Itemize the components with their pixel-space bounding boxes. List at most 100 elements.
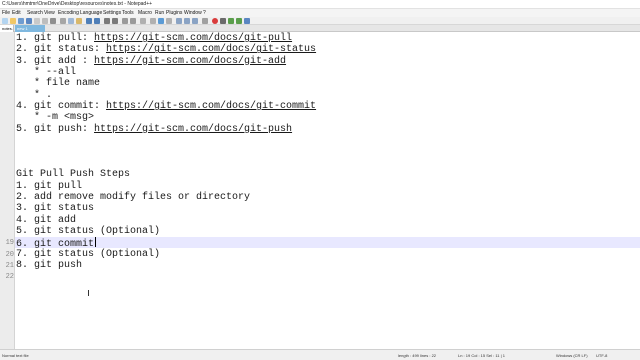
editor-line[interactable]: Git Pull Push Steps <box>16 169 130 180</box>
line-text: * . <box>16 89 53 101</box>
line-text: Git Pull Push Steps <box>16 169 131 181</box>
toolbar <box>0 17 640 25</box>
menu-search[interactable]: Search <box>27 9 43 17</box>
line-text: 8. git push <box>16 260 83 271</box>
editor-area[interactable]: 19 20 21 22 1. git pull: https://git-scm.co… <box>0 32 640 349</box>
monitoring-icon[interactable] <box>202 18 208 24</box>
editor-line[interactable]: * -m <msg> <box>16 112 94 123</box>
line-number: 20 <box>5 250 14 259</box>
tab-bar: notes.txt new 1 <box>0 25 640 32</box>
play-macro-icon[interactable] <box>228 18 234 24</box>
line-text: 1. git pull: <box>16 33 95 44</box>
menu-tools[interactable]: Tools <box>122 9 134 17</box>
mouse-ibeam-cursor <box>88 290 89 296</box>
editor-line[interactable]: 2. add remove modify files or directory <box>16 192 250 203</box>
doc-link[interactable]: https://git-scm.com/docs/git-status <box>106 44 316 55</box>
menu-view[interactable]: View <box>44 9 55 17</box>
line-text: 2. add remove modify files or directory <box>16 191 251 203</box>
line-number-gutter: 19 20 21 22 <box>0 32 15 349</box>
replace-icon[interactable] <box>112 18 118 24</box>
line-text: * --all <box>16 67 77 79</box>
open-file-icon[interactable] <box>10 18 16 24</box>
zoom-out-icon[interactable] <box>130 18 136 24</box>
editor-line[interactable]: 5. git status (Optional) <box>16 226 160 237</box>
editor-line[interactable]: 1. git pull: https://git-scm.com/docs/gi… <box>16 33 292 44</box>
status-filetype: Normal text file <box>2 353 29 358</box>
status-position: Ln : 19 Col : 15 Sel : 11 | 1 <box>458 353 505 358</box>
line-text: 7. git status (Optional) <box>16 248 161 260</box>
tab-notes[interactable]: notes.txt <box>0 25 14 32</box>
menu-macro[interactable]: Macro <box>138 9 152 17</box>
editor-line[interactable]: * . <box>16 90 52 101</box>
menu-plugins[interactable]: Plugins <box>166 9 182 17</box>
title-bar: C:\Users\hmtmr\OneDrive\Desktop\resource… <box>0 0 640 9</box>
indent-guide-icon[interactable] <box>166 18 172 24</box>
status-eol: Windows (CR LF) <box>556 353 588 358</box>
record-macro-icon[interactable] <box>212 18 218 24</box>
line-text: 3. git add : <box>16 55 95 67</box>
line-text: 3. git status <box>16 203 95 215</box>
paste-icon[interactable] <box>76 18 82 24</box>
editor-line[interactable]: 6. git commit <box>15 237 640 250</box>
save-all-icon[interactable] <box>26 18 32 24</box>
line-text: 4. git add <box>16 214 77 226</box>
show-all-chars-icon[interactable] <box>158 18 164 24</box>
status-length: length : 499 lines : 22 <box>398 353 437 358</box>
run-macro-multiple-icon[interactable] <box>236 18 242 24</box>
copy-icon[interactable] <box>68 18 74 24</box>
menu-help[interactable]: ? <box>203 9 206 17</box>
editor-line[interactable]: 2. git status: https://git-scm.com/docs/… <box>16 44 316 55</box>
undo-icon[interactable] <box>86 18 92 24</box>
new-file-icon[interactable] <box>2 18 8 24</box>
editor-line[interactable]: 3. git status <box>16 203 94 214</box>
save-macro-icon[interactable] <box>244 18 250 24</box>
editor-line[interactable]: 7. git status (Optional) <box>16 249 160 260</box>
sync-scroll-icon[interactable] <box>140 18 146 24</box>
line-text: 4. git commit: <box>16 101 107 113</box>
menu-language[interactable]: Language <box>80 9 102 17</box>
line-text: 5. git push: <box>16 123 95 135</box>
menu-bar: File Edit Search View Encoding Language … <box>0 9 640 17</box>
menu-run[interactable]: Run <box>155 9 164 17</box>
cut-icon[interactable] <box>60 18 66 24</box>
editor-line[interactable]: * --all <box>16 67 76 78</box>
document-map-icon[interactable] <box>192 18 198 24</box>
find-icon[interactable] <box>104 18 110 24</box>
menu-window[interactable]: Window <box>184 9 202 17</box>
editor-line[interactable]: 4. git commit: https://git-scm.com/docs/… <box>16 101 316 112</box>
doc-link[interactable]: https://git-scm.com/docs/git-commit <box>106 101 316 112</box>
function-list-icon[interactable] <box>176 18 182 24</box>
line-text: 1. git pull <box>16 180 83 192</box>
editor-line[interactable]: * file name <box>16 78 100 89</box>
close-all-icon[interactable] <box>42 18 48 24</box>
redo-icon[interactable] <box>94 18 100 24</box>
editor-line[interactable]: 4. git add <box>16 215 76 226</box>
editor-line[interactable]: 3. git add : https://git-scm.com/docs/gi… <box>16 56 286 67</box>
menu-settings[interactable]: Settings <box>103 9 121 17</box>
doc-link[interactable]: https://git-scm.com/docs/git-pull <box>94 33 292 44</box>
word-wrap-icon[interactable] <box>150 18 156 24</box>
window-title: C:\Users\hmtmr\OneDrive\Desktop\resource… <box>2 1 153 7</box>
doc-link[interactable]: https://git-scm.com/docs/git-push <box>94 124 292 135</box>
editor-line[interactable]: 5. git push: https://git-scm.com/docs/gi… <box>16 124 292 135</box>
menu-edit[interactable]: Edit <box>12 9 21 17</box>
stop-macro-icon[interactable] <box>220 18 226 24</box>
folder-workspace-icon[interactable] <box>184 18 190 24</box>
doc-link[interactable]: https://git-scm.com/docs/git-add <box>94 56 286 67</box>
line-text: * -m <msg> <box>16 112 95 124</box>
save-icon[interactable] <box>18 18 24 24</box>
print-icon[interactable] <box>50 18 56 24</box>
status-encoding: UTF-8 <box>596 353 608 358</box>
line-number: 21 <box>5 262 14 270</box>
editor-line[interactable]: 1. git pull <box>16 181 82 192</box>
tab-new-1[interactable]: new 1 <box>15 25 45 32</box>
line-number: 19 <box>5 239 14 248</box>
close-icon[interactable] <box>34 18 40 24</box>
menu-encoding[interactable]: Encoding <box>58 9 79 17</box>
text-caret <box>95 237 97 248</box>
menu-file[interactable]: File <box>2 9 10 17</box>
zoom-in-icon[interactable] <box>122 18 128 24</box>
line-text: 5. git status (Optional) <box>16 225 161 237</box>
line-number: 22 <box>5 273 14 282</box>
editor-line[interactable]: 8. git push <box>16 260 82 271</box>
